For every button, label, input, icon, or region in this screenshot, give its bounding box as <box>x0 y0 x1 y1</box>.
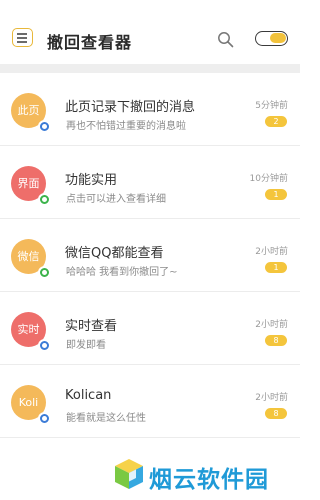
item-subtitle: 哈哈哈 我看到你撤回了~ <box>66 267 178 278</box>
page-title: 撤回查看器 <box>47 33 133 52</box>
qq-badge-icon <box>38 120 51 133</box>
message-list: 此页 此页记录下撤回的消息 再也不怕错过重要的消息啦 5分钟前 2 界面 功能实… <box>0 73 300 438</box>
watermark-text: 烟云软件园 <box>149 467 269 493</box>
item-subtitle: 即发即看 <box>66 340 106 351</box>
unread-count-badge: 1 <box>265 189 287 200</box>
qq-badge-icon <box>38 339 51 352</box>
item-subtitle: 再也不怕错过重要的消息啦 <box>66 121 186 132</box>
item-title: 实时查看 <box>65 319 118 334</box>
item-time: 10分钟前 <box>249 174 288 184</box>
menu-icon[interactable] <box>12 28 33 47</box>
wechat-badge-icon <box>38 266 51 279</box>
unread-count-badge: 2 <box>265 116 287 127</box>
item-title: 功能实用 <box>65 173 118 188</box>
item-subtitle: 能看就是这么任性 <box>66 413 146 424</box>
unread-count-badge: 1 <box>265 262 287 273</box>
item-title: 此页记录下撤回的消息 <box>65 100 196 115</box>
unread-count-badge: 8 <box>265 335 287 346</box>
item-time: 2小时前 <box>255 247 288 257</box>
toggle-knob <box>270 33 286 43</box>
list-item[interactable]: 界面 功能实用 点击可以进入查看详细 10分钟前 1 <box>0 146 300 219</box>
app-header: 撤回查看器 <box>0 0 300 64</box>
list-item[interactable]: Koli Kolican 能看就是这么任性 2小时前 8 <box>0 365 300 438</box>
item-time: 5分钟前 <box>255 101 288 111</box>
item-title: 微信QQ都能查看 <box>65 246 164 261</box>
cube-logo-icon <box>115 459 143 489</box>
toggle-switch[interactable] <box>255 31 288 46</box>
search-icon[interactable] <box>217 31 234 48</box>
list-item[interactable]: 实时 实时查看 即发即看 2小时前 8 <box>0 292 300 365</box>
item-time: 2小时前 <box>255 320 288 330</box>
wechat-badge-icon <box>38 193 51 206</box>
header-divider <box>0 64 300 73</box>
watermark: 烟云软件园 <box>113 455 298 493</box>
unread-count-badge: 8 <box>265 408 287 419</box>
qq-badge-icon <box>38 412 51 425</box>
item-subtitle: 点击可以进入查看详细 <box>66 194 166 205</box>
list-item[interactable]: 此页 此页记录下撤回的消息 再也不怕错过重要的消息啦 5分钟前 2 <box>0 73 300 146</box>
item-time: 2小时前 <box>255 393 288 403</box>
list-item[interactable]: 微信 微信QQ都能查看 哈哈哈 我看到你撤回了~ 2小时前 1 <box>0 219 300 292</box>
item-title: Kolican <box>65 388 112 403</box>
